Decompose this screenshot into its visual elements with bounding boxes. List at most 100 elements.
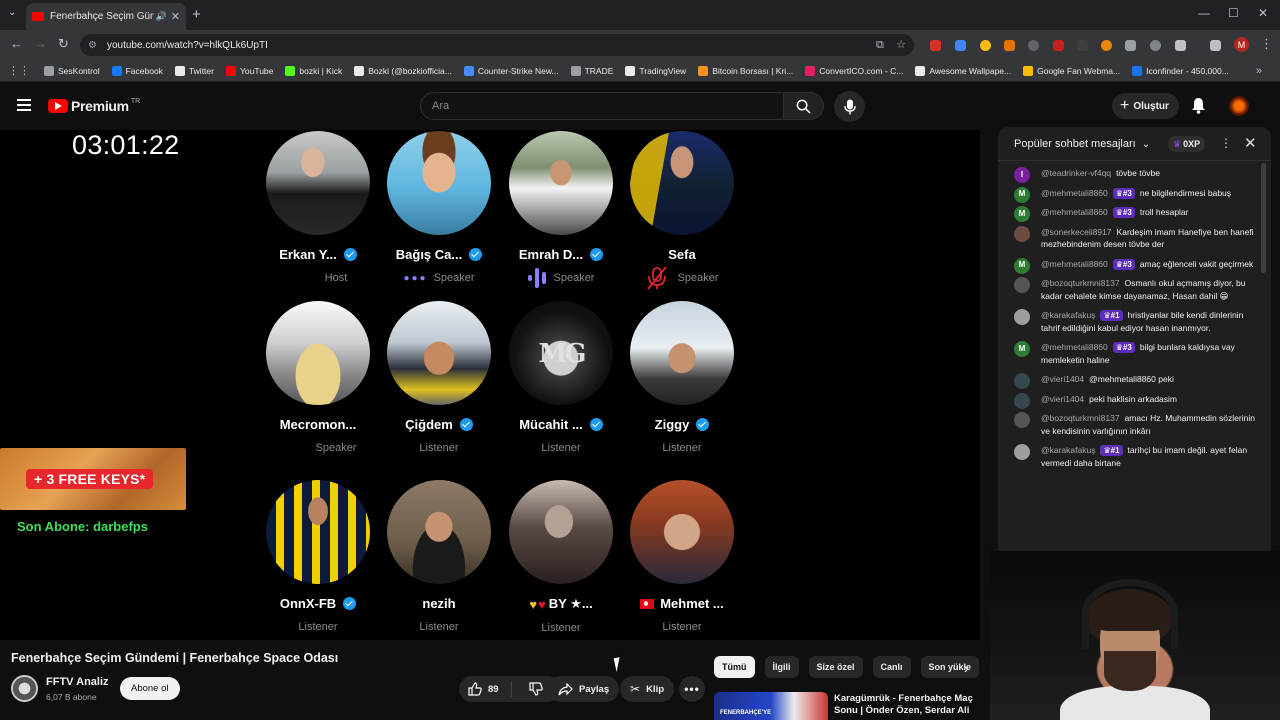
extension-icon[interactable] — [1125, 40, 1136, 51]
bookmark-item[interactable]: TradingView — [625, 65, 686, 76]
chat-author[interactable]: @vieri1404 — [1041, 374, 1084, 384]
clip-button[interactable]: ✂ Klip — [620, 676, 675, 702]
chat-author-avatar[interactable] — [1014, 277, 1030, 293]
chat-author-avatar[interactable]: M — [1014, 186, 1030, 203]
close-icon[interactable]: ✕ — [1244, 134, 1257, 152]
chat-author[interactable]: @mehmetali8860 — [1041, 342, 1108, 352]
minimize-icon[interactable]: — — [1198, 6, 1210, 20]
participant-card[interactable]: OnnX-FB Listener — [256, 480, 380, 635]
notifications-button[interactable] — [1191, 97, 1206, 119]
extension-icon[interactable] — [1077, 40, 1088, 51]
filter-chip[interactable]: Canlı — [872, 656, 911, 678]
extension-icon[interactable] — [955, 40, 966, 51]
chat-author-avatar[interactable] — [1014, 309, 1030, 325]
participant-card[interactable]: Mehmet ... Listener — [620, 480, 744, 635]
extension-icon[interactable] — [930, 40, 941, 51]
extensions-puzzle-icon[interactable] — [1175, 40, 1186, 51]
participant-card[interactable]: Çiğdem Listener — [377, 301, 501, 456]
maximize-icon[interactable]: ☐ — [1228, 6, 1239, 20]
participant-card[interactable]: Sefa Speaker — [620, 131, 744, 290]
new-tab-icon[interactable]: + — [192, 6, 201, 23]
browser-tab-active[interactable]: Fenerbahçe Seçim Gündemi 🔊 ✕ — [26, 3, 186, 30]
extension-icon[interactable] — [1028, 40, 1039, 51]
chat-author-avatar[interactable] — [1014, 444, 1030, 460]
chat-author[interactable]: @vieri1404 — [1041, 394, 1084, 404]
account-avatar[interactable] — [1229, 96, 1249, 116]
voice-search-button[interactable] — [834, 91, 865, 122]
bookmark-item[interactable]: Counter-Strike New... — [463, 65, 559, 76]
filter-chip[interactable]: Size özel — [808, 656, 863, 678]
chat-author[interactable]: @sonerkeceli8917 — [1041, 227, 1112, 237]
chat-author-avatar[interactable] — [1014, 225, 1030, 242]
bookmark-item[interactable]: Google Fan Webma... — [1023, 65, 1120, 76]
participant-card[interactable]: nezih Listener — [377, 480, 501, 635]
participant-card[interactable]: Mücahit ... Listener — [499, 301, 623, 456]
reload-icon[interactable]: ↻ — [58, 36, 69, 52]
site-info-icon[interactable]: ⚙ — [88, 40, 97, 51]
chat-author-avatar[interactable] — [1014, 412, 1030, 428]
more-actions-button[interactable]: ••• — [679, 676, 705, 702]
create-button[interactable]: + Oluştur — [1112, 93, 1179, 119]
channel-avatar[interactable] — [11, 675, 38, 702]
search-button[interactable] — [784, 92, 824, 120]
chat-author[interactable]: @karakafakuş — [1041, 445, 1095, 455]
forward-icon[interactable]: → — [34, 36, 47, 51]
video-player[interactable]: 03:01:22 + 3 FREE KEYS* Son Abone: darbe… — [0, 130, 980, 640]
participant-card[interactable]: Ziggy Listener — [620, 301, 744, 456]
audio-playing-icon[interactable]: 🔊 — [156, 11, 167, 22]
bookmark-star-icon[interactable]: ☆ — [896, 39, 906, 51]
filter-chip[interactable]: Tümü — [714, 656, 755, 678]
chat-author[interactable]: @bozoqturkmni8137 — [1041, 413, 1120, 423]
chat-author-avatar[interactable]: M — [1014, 257, 1030, 274]
participant-card[interactable]: Bağış Ca... ●●● Speaker — [377, 131, 501, 286]
chat-scrollbar[interactable] — [1261, 163, 1266, 273]
bookmark-item[interactable]: Iconfinder - 450,000... — [1132, 65, 1229, 76]
participant-card[interactable]: Erkan Y... Host — [256, 131, 380, 286]
chat-author-avatar[interactable] — [1014, 373, 1030, 389]
chat-author-avatar[interactable]: M — [1014, 341, 1030, 357]
bookmark-item[interactable]: SesKontrol — [44, 65, 100, 76]
chat-author-avatar[interactable]: M — [1014, 206, 1030, 222]
close-window-icon[interactable]: ✕ — [1258, 6, 1268, 20]
search-input[interactable]: Ara — [420, 92, 784, 120]
chat-author[interactable]: @mehmetali8860 — [1041, 259, 1108, 269]
tab-list-icon[interactable]: ⌄ — [8, 7, 16, 18]
bookmark-item[interactable]: ConvertICO.com - C... — [805, 65, 903, 76]
side-panel-icon[interactable] — [1210, 40, 1221, 51]
bookmark-item[interactable]: Bitcoin Borsası | Kri... — [698, 65, 793, 76]
chat-author-avatar[interactable] — [1014, 392, 1030, 409]
apps-grid-icon[interactable]: ⋮⋮ — [8, 64, 30, 77]
extension-icon[interactable] — [980, 40, 991, 51]
channel-name[interactable]: FFTV Analiz — [46, 676, 109, 688]
participant-card[interactable]: ♥ ♥ BY ★... Listener — [499, 480, 623, 636]
chat-author[interactable]: @teadrinker-vf4qq — [1041, 168, 1111, 178]
install-app-icon[interactable]: ⧉ — [876, 39, 884, 51]
menu-icon[interactable] — [17, 99, 31, 111]
filter-chip[interactable]: İlgili — [764, 656, 799, 678]
back-icon[interactable]: ← — [10, 36, 23, 51]
bookmark-item[interactable]: bozki | Kick — [285, 65, 342, 76]
chevron-right-icon[interactable]: › — [964, 660, 969, 676]
bookmark-item[interactable]: YouTube — [225, 65, 273, 76]
participant-card[interactable]: Mecromon... Speaker — [256, 301, 380, 456]
recommended-video-title[interactable]: Karagümrük - Fenerbahçe Maç Sonu | Önder… — [834, 693, 974, 720]
profile-avatar[interactable]: M — [1234, 37, 1249, 52]
chat-author[interactable]: @mehmetali8860 — [1041, 188, 1108, 198]
extension-icon[interactable] — [1150, 40, 1161, 51]
chat-author[interactable]: @karakafakuş — [1041, 310, 1095, 320]
bookmark-item[interactable]: Facebook — [111, 65, 163, 76]
chat-mode-dropdown[interactable]: Popüler sohbet mesajları ⌄ — [1014, 138, 1150, 150]
bookmark-item[interactable]: Awesome Wallpape... — [915, 65, 1011, 76]
share-button[interactable]: Paylaş — [548, 676, 620, 702]
chat-author-avatar[interactable]: I — [1014, 167, 1030, 183]
close-tab-icon[interactable]: ✕ — [171, 10, 180, 23]
more-bookmarks-icon[interactable]: » — [1256, 65, 1262, 77]
chat-more-icon[interactable]: ⋮ — [1220, 136, 1232, 150]
xp-badge[interactable]: ♛ 0XP — [1168, 136, 1206, 152]
subscribe-button[interactable]: Abone ol — [120, 677, 180, 700]
extension-icon[interactable] — [1004, 40, 1015, 51]
filter-chip[interactable]: Son yükle — [920, 656, 980, 678]
chat-author[interactable]: @bozoqturkmni8137 — [1041, 278, 1120, 288]
chat-author[interactable]: @mehmetali8860 — [1041, 207, 1108, 217]
extension-icon[interactable] — [1101, 40, 1112, 51]
